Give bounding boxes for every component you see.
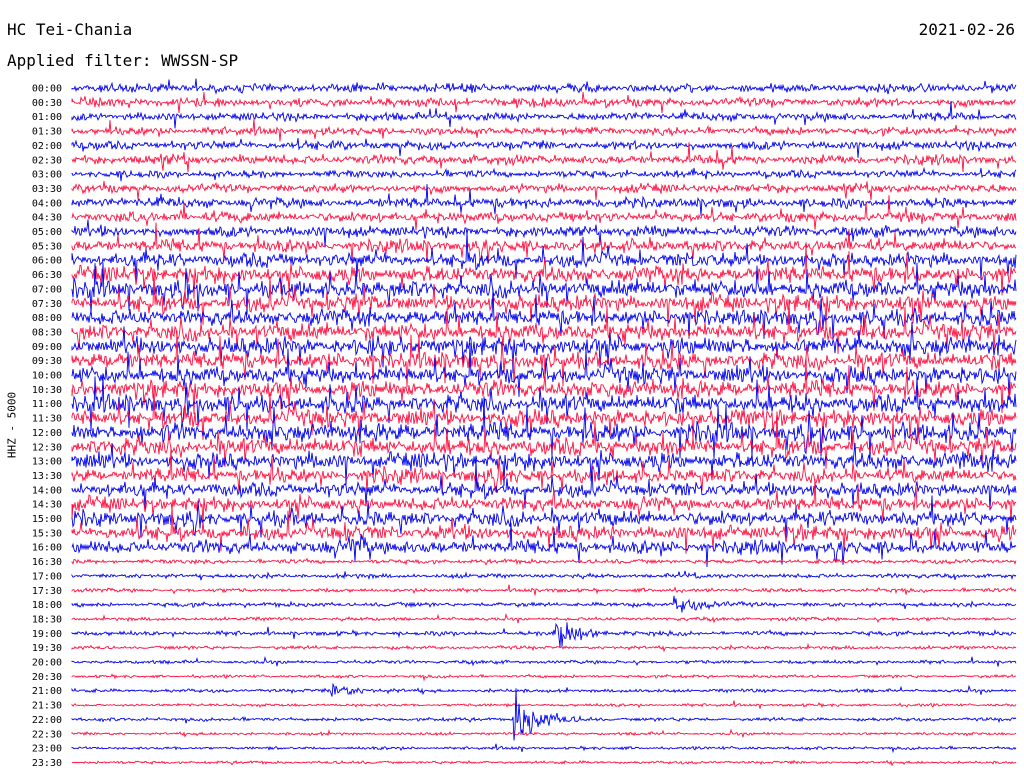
time-label: 08:00 xyxy=(32,313,62,324)
time-label: 11:30 xyxy=(32,414,62,425)
time-label: 15:00 xyxy=(32,514,62,525)
time-label: 22:00 xyxy=(32,715,62,726)
trace-row-0030 xyxy=(71,92,1017,114)
time-label: 19:30 xyxy=(32,643,62,654)
trace-row-0930 xyxy=(71,330,1017,388)
trace-row-0330 xyxy=(71,181,1017,201)
time-label: 10:00 xyxy=(32,371,62,382)
time-label: 06:30 xyxy=(32,270,62,281)
trace-row-0230 xyxy=(71,142,1017,173)
trace-row-0800 xyxy=(71,288,1017,339)
time-label: 13:00 xyxy=(32,457,62,468)
time-label: 18:30 xyxy=(32,614,62,625)
trace-row-0300 xyxy=(71,166,1017,182)
time-label: 23:30 xyxy=(32,758,62,769)
time-label: 09:30 xyxy=(32,356,62,367)
trace-row-1700 xyxy=(71,570,1017,581)
time-label: 20:30 xyxy=(32,672,62,683)
time-label: 02:30 xyxy=(32,155,62,166)
time-label: 10:30 xyxy=(32,385,62,396)
time-label: 16:00 xyxy=(32,543,62,554)
trace-row-2030 xyxy=(71,673,1017,682)
time-label: 17:00 xyxy=(32,571,62,582)
time-label: 04:00 xyxy=(32,198,62,209)
trace-row-1630 xyxy=(71,557,1017,566)
time-label: 03:30 xyxy=(32,184,62,195)
trace-row-2100 xyxy=(71,682,1017,697)
time-label: 12:00 xyxy=(32,428,62,439)
time-label: 03:00 xyxy=(32,170,62,181)
trace-row-2130 xyxy=(71,700,1017,709)
time-label: 00:00 xyxy=(32,84,62,95)
time-label: 05:00 xyxy=(32,227,62,238)
trace-row-0100 xyxy=(71,100,1017,129)
helicorder-plot: 00:00 00:30 01:00 01:30 02:00 02:30 03:00 03:30… xyxy=(32,78,1017,769)
time-label: 14:00 xyxy=(32,485,62,496)
time-label: 01:30 xyxy=(32,127,62,138)
time-label: 11:00 xyxy=(32,399,62,410)
time-label: 08:30 xyxy=(32,327,62,338)
time-label: 16:30 xyxy=(32,557,62,568)
time-label-group: 00:00 00:30 01:00 01:30 02:00 02:30 03:00 03:30… xyxy=(32,84,62,769)
time-label: 04:30 xyxy=(32,213,62,224)
time-label: 06:00 xyxy=(32,256,62,267)
time-label: 22:30 xyxy=(32,729,62,740)
time-label: 19:00 xyxy=(32,629,62,640)
trace-row-0900 xyxy=(71,321,1017,374)
time-label: 02:00 xyxy=(32,141,62,152)
time-label: 14:30 xyxy=(32,500,62,511)
time-label: 13:30 xyxy=(32,471,62,482)
time-label: 17:30 xyxy=(32,586,62,597)
time-label: 07:00 xyxy=(32,284,62,295)
trace-row-1800 xyxy=(71,595,1017,613)
trace-row-2330 xyxy=(71,759,1017,767)
time-label: 18:00 xyxy=(32,600,62,611)
trace-row-0500 xyxy=(71,219,1017,248)
trace-row-2300 xyxy=(71,743,1017,754)
time-label: 21:00 xyxy=(32,686,62,697)
trace-row-1000 xyxy=(71,342,1017,397)
trace-row-2000 xyxy=(71,655,1017,667)
time-label: 05:30 xyxy=(32,241,62,252)
trace-row-1930 xyxy=(71,642,1017,653)
trace-row-2230 xyxy=(71,728,1017,738)
trace-row-1900 xyxy=(71,622,1017,647)
time-label: 00:30 xyxy=(32,98,62,109)
time-label: 15:30 xyxy=(32,528,62,539)
trace-group xyxy=(71,78,1017,767)
time-label: 09:00 xyxy=(32,342,62,353)
time-label: 23:00 xyxy=(32,744,62,755)
trace-row-0000 xyxy=(71,78,1017,95)
trace-row-0200 xyxy=(71,138,1017,158)
time-label: 21:30 xyxy=(32,701,62,712)
time-label: 07:30 xyxy=(32,299,62,310)
time-label: 01:00 xyxy=(32,112,62,123)
trace-row-2200 xyxy=(71,688,1017,741)
time-label: 12:30 xyxy=(32,442,62,453)
trace-row-1600 xyxy=(71,522,1017,567)
trace-row-0130 xyxy=(71,118,1017,142)
trace-row-1830 xyxy=(71,612,1017,624)
time-label: 20:00 xyxy=(32,658,62,669)
trace-row-1730 xyxy=(71,584,1017,596)
